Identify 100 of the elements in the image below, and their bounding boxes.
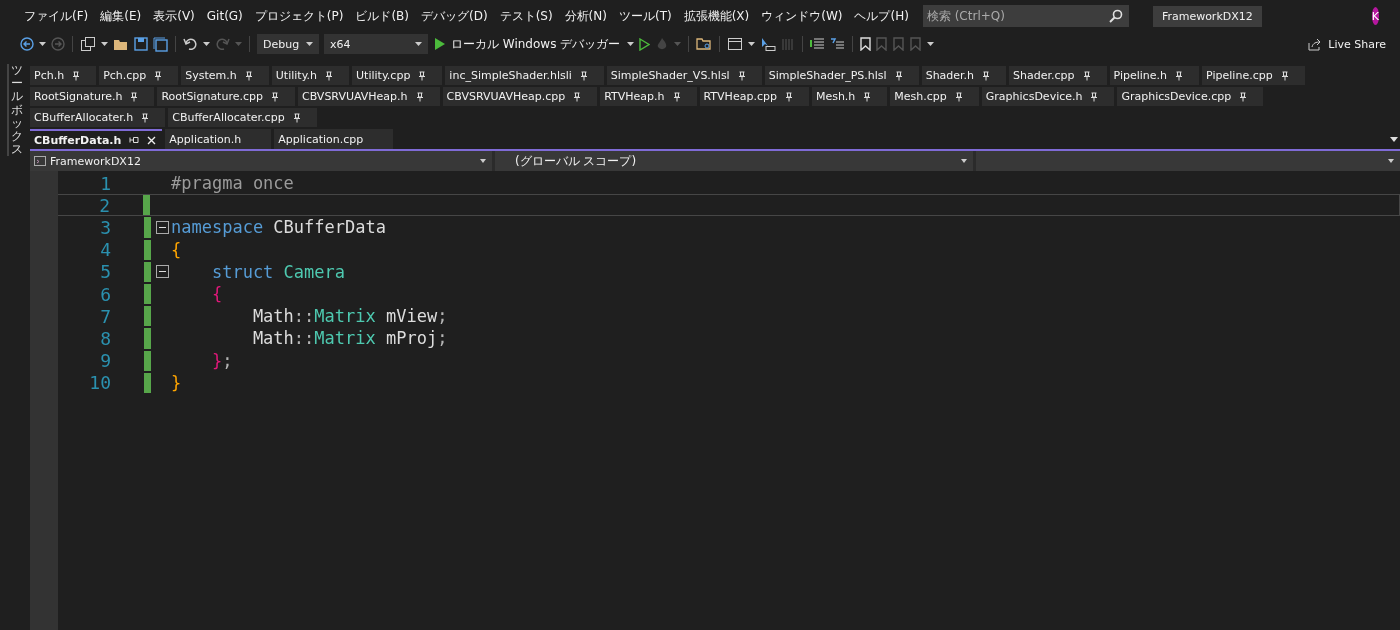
menu-item[interactable]: ツール(T) [612,7,678,25]
pin-icon[interactable] [415,91,424,102]
pinned-tab[interactable]: Mesh.h [811,87,888,106]
new-project-icon[interactable] [80,36,96,52]
pinned-tab[interactable]: Pch.h [30,66,97,85]
menu-item[interactable]: プロジェクト(P) [248,7,350,25]
account-avatar[interactable]: K [1371,7,1379,25]
pinned-tab[interactable]: SimpleShader_PS.hlsl [764,66,919,85]
platform-dropdown[interactable]: x64 [324,34,428,54]
search-field[interactable]: 検索 (Ctrl+Q) [922,5,1129,27]
caret-icon [306,42,313,46]
document-tab[interactable]: Application.h [165,129,272,149]
back-icon[interactable] [20,37,34,51]
folder-icon[interactable] [113,37,129,51]
menu-item[interactable]: 分析(N) [558,7,613,25]
pin-icon[interactable] [244,70,253,81]
toolbox-tab[interactable]: ツールボックス [7,64,23,157]
scope-dropdown[interactable]: (グローバル スコープ) [495,151,973,171]
code-line: } [171,371,182,394]
menu-item[interactable]: ヘルプ(H) [848,7,915,25]
caret-icon[interactable] [627,42,635,46]
pin-icon[interactable] [1280,70,1289,81]
pinned-tab[interactable]: Shader.h [921,66,1007,85]
play-outline-icon[interactable] [639,37,651,51]
pin-icon[interactable] [1239,91,1248,102]
pinned-tab[interactable]: Pipeline.h [1109,66,1200,85]
menu-item[interactable]: ウィンドウ(W) [755,7,849,25]
pinned-tab[interactable]: Pch.cpp [99,66,179,85]
pin-icon[interactable] [292,112,301,123]
pin-icon[interactable] [954,91,963,102]
menu-item[interactable]: テスト(S) [493,7,559,25]
document-tab[interactable]: Application.cpp [274,129,394,149]
collapse-icon[interactable] [156,265,169,279]
pinned-tab[interactable]: Utility.cpp [352,66,443,85]
pin-icon[interactable] [863,91,872,102]
pinned-tab[interactable]: Shader.cpp [1009,66,1107,85]
pin-icon[interactable] [141,112,150,123]
pinned-tab[interactable]: Pipeline.cpp [1202,66,1305,85]
pinned-tab[interactable]: CBVSRVUAVHeap.cpp [442,87,598,106]
pin-icon[interactable] [573,91,582,102]
menu-item[interactable]: ファイル(F) [18,7,95,25]
comment-lines-icon[interactable] [810,37,826,51]
pin-icon[interactable] [982,70,991,81]
pinned-tab[interactable]: System.h [181,66,269,85]
close-icon[interactable] [147,135,157,145]
line-number: 8 [99,327,111,349]
pinned-tab[interactable]: GraphicsDevice.cpp [1117,87,1264,106]
pin-icon[interactable] [737,70,746,81]
configuration-dropdown[interactable]: Debug [257,34,319,54]
pin-icon[interactable] [894,70,903,81]
pinned-tab[interactable]: RTVHeap.cpp [699,87,809,106]
menu-item[interactable]: 表示(V) [147,7,201,25]
caret-icon[interactable] [39,42,46,46]
undo-icon[interactable] [183,37,198,51]
caret-icon[interactable] [203,42,210,46]
folder-search-icon[interactable] [696,37,713,51]
caret-icon[interactable] [927,42,935,46]
pinned-tab[interactable]: SimpleShader_VS.hlsl [606,66,762,85]
pin-icon[interactable] [129,136,140,144]
pin-icon[interactable] [270,91,279,102]
pinned-tab[interactable]: CBufferAllocater.h [30,108,166,127]
menu-item[interactable]: 編集(E) [94,7,148,25]
menu-item[interactable]: ビルド(B) [349,7,415,25]
pinned-tab[interactable]: CBufferAllocater.cpp [168,108,317,127]
caret-icon[interactable] [101,42,108,46]
pinned-tab[interactable]: inc_SimpleShader.hlsli [445,66,604,85]
save-all-icon[interactable] [153,36,168,52]
tab-list-caret-icon[interactable] [1390,136,1398,142]
pin-icon[interactable] [784,91,793,102]
pinned-tab[interactable]: Utility.h [271,66,350,85]
save-icon[interactable] [134,37,148,51]
pin-icon[interactable] [1082,70,1091,81]
pin-icon[interactable] [154,70,163,81]
project-dropdown[interactable]: FrameworkDX12 [30,151,492,171]
collapse-icon[interactable] [156,220,169,234]
menu-item[interactable]: Git(G) [200,9,249,23]
live-share-button[interactable]: Live Share [1308,37,1386,51]
window-icon[interactable] [727,37,744,51]
pin-icon[interactable] [325,70,334,81]
pin-icon[interactable] [130,91,139,102]
caret-icon[interactable] [748,42,756,46]
code-line: { [210,283,223,306]
bookmark-icon[interactable] [860,37,872,51]
pinned-tab[interactable]: CBVSRVUAVHeap.h [297,87,440,106]
pin-icon[interactable] [72,70,81,81]
pin-icon[interactable] [1090,91,1099,102]
pinned-tab[interactable]: Mesh.cpp [890,87,979,106]
pinned-tab[interactable]: RootSignature.h [30,87,155,106]
pinned-tab[interactable]: RootSignature.cpp [157,87,295,106]
pin-icon[interactable] [418,70,427,81]
start-debugging-button[interactable]: ローカル Windows デバッガー [433,35,623,53]
pinned-tab[interactable]: GraphicsDevice.h [981,87,1115,106]
pin-icon[interactable] [579,70,588,81]
menu-item[interactable]: 拡張機能(X) [677,7,756,25]
uncomment-lines-icon[interactable] [830,37,846,51]
menu-item[interactable]: デバッグ(D) [415,7,494,25]
pin-icon[interactable] [1175,70,1184,81]
cursor-icon[interactable] [760,36,777,52]
pinned-tab[interactable]: RTVHeap.h [600,87,697,106]
pin-icon[interactable] [672,91,681,102]
